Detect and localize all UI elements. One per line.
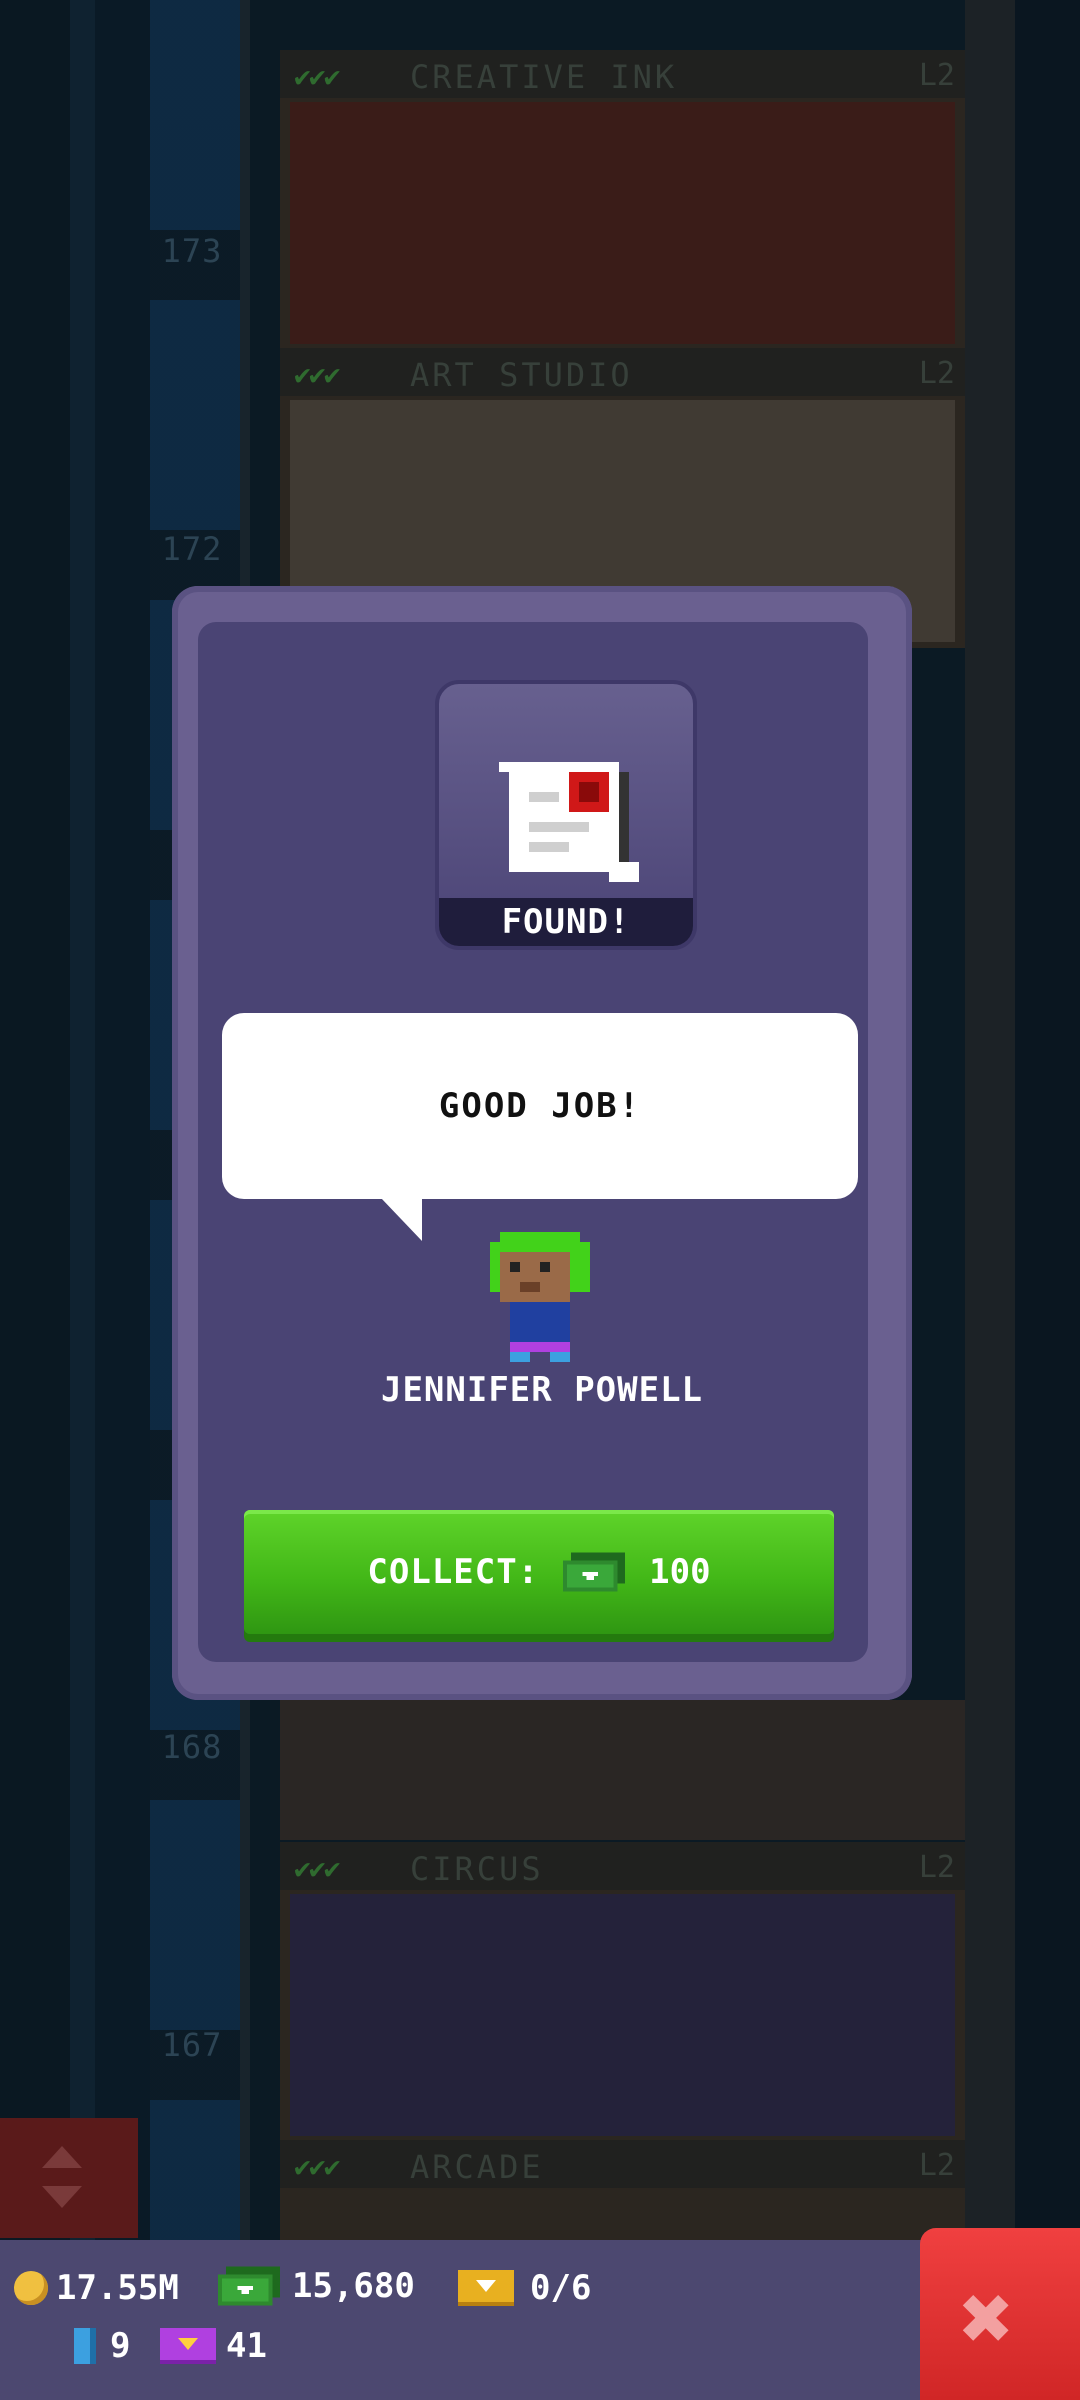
close-button[interactable]: ✖ bbox=[920, 2228, 1080, 2400]
found-label: FOUND! bbox=[439, 898, 693, 946]
floor-name: CIRCUS bbox=[410, 1850, 544, 1888]
coins-counter: 17.55M bbox=[14, 2268, 179, 2308]
floor-partial bbox=[280, 1700, 965, 1840]
floor-number: 173 bbox=[161, 232, 223, 270]
bux-icon bbox=[218, 2266, 280, 2306]
tickets-counter: 0/6 bbox=[458, 2268, 591, 2308]
character-name: JENNIFER POWELL bbox=[380, 1370, 704, 1410]
tickets-value: 0/6 bbox=[530, 2268, 592, 2308]
floor-circus[interactable]: ✔✔✔ CIRCUS L2 bbox=[280, 1842, 965, 2142]
floor-arcade[interactable]: ✔✔✔ ARCADE L2 bbox=[280, 2140, 965, 2240]
sky-right bbox=[1015, 0, 1080, 2240]
floor-level: L2 bbox=[918, 356, 955, 391]
collect-button[interactable]: COLLECT: 100 bbox=[244, 1510, 834, 1634]
floor-stars: ✔✔✔ bbox=[294, 1852, 341, 1885]
speech-bubble: GOOD JOB! bbox=[222, 1013, 858, 1199]
ticket-icon bbox=[458, 2270, 514, 2306]
gems-value: 41 bbox=[226, 2326, 267, 2366]
coin-icon bbox=[14, 2271, 48, 2305]
found-item-box: FOUND! bbox=[435, 680, 697, 950]
up-arrow-icon bbox=[42, 2146, 82, 2168]
resource-bar: 17.55M 15,680 0/6 9 41 bbox=[0, 2240, 1080, 2400]
floor-name: ARCADE bbox=[410, 2148, 544, 2186]
keys-counter: 9 bbox=[74, 2326, 130, 2366]
floor-header: ✔✔✔ CREATIVE INK L2 bbox=[280, 50, 965, 98]
floor-level: L2 bbox=[918, 58, 955, 93]
floor-number: 167 bbox=[161, 2026, 223, 2064]
floor-header: ✔✔✔ ARCADE L2 bbox=[280, 2140, 965, 2188]
floor-number: 172 bbox=[161, 530, 223, 568]
floor-creative-ink[interactable]: ✔✔✔ CREATIVE INK L2 bbox=[280, 50, 965, 350]
floor-room bbox=[290, 1894, 955, 2136]
floor-name: CREATIVE INK bbox=[410, 58, 678, 96]
collect-label: COLLECT: bbox=[367, 1552, 540, 1592]
keys-value: 9 bbox=[110, 2326, 131, 2366]
floor-stars: ✔✔✔ bbox=[294, 358, 341, 391]
close-icon: ✖ bbox=[960, 2266, 1015, 2371]
floor-header: ✔✔✔ CIRCUS L2 bbox=[280, 1842, 965, 1890]
scroll-icon bbox=[499, 762, 639, 882]
coins-value: 17.55M bbox=[56, 2268, 179, 2308]
speech-text: GOOD JOB! bbox=[438, 1086, 642, 1126]
floor-stars: ✔✔✔ bbox=[294, 2150, 341, 2183]
gem-ticket-icon bbox=[160, 2328, 216, 2364]
down-arrow-icon bbox=[42, 2186, 82, 2208]
bux-counter: 15,680 bbox=[218, 2266, 415, 2306]
floor-level: L2 bbox=[918, 1850, 955, 1885]
bux-value: 15,680 bbox=[292, 2266, 415, 2306]
elevator-button[interactable] bbox=[0, 2118, 138, 2238]
gems-counter: 41 bbox=[160, 2326, 267, 2366]
speech-bubble-tail bbox=[380, 1197, 422, 1241]
floor-name: ART STUDIO bbox=[410, 356, 633, 394]
floor-room bbox=[290, 102, 955, 344]
bitizen-avatar bbox=[490, 1232, 590, 1362]
key-icon bbox=[74, 2328, 96, 2364]
floor-level: L2 bbox=[918, 2148, 955, 2183]
floor-number: 168 bbox=[161, 1728, 223, 1766]
collect-amount: 100 bbox=[649, 1552, 711, 1592]
floor-header: ✔✔✔ ART STUDIO L2 bbox=[280, 348, 965, 396]
floor-stars: ✔✔✔ bbox=[294, 60, 341, 93]
bux-icon bbox=[563, 1552, 626, 1592]
tower-pillar bbox=[965, 0, 1015, 2240]
